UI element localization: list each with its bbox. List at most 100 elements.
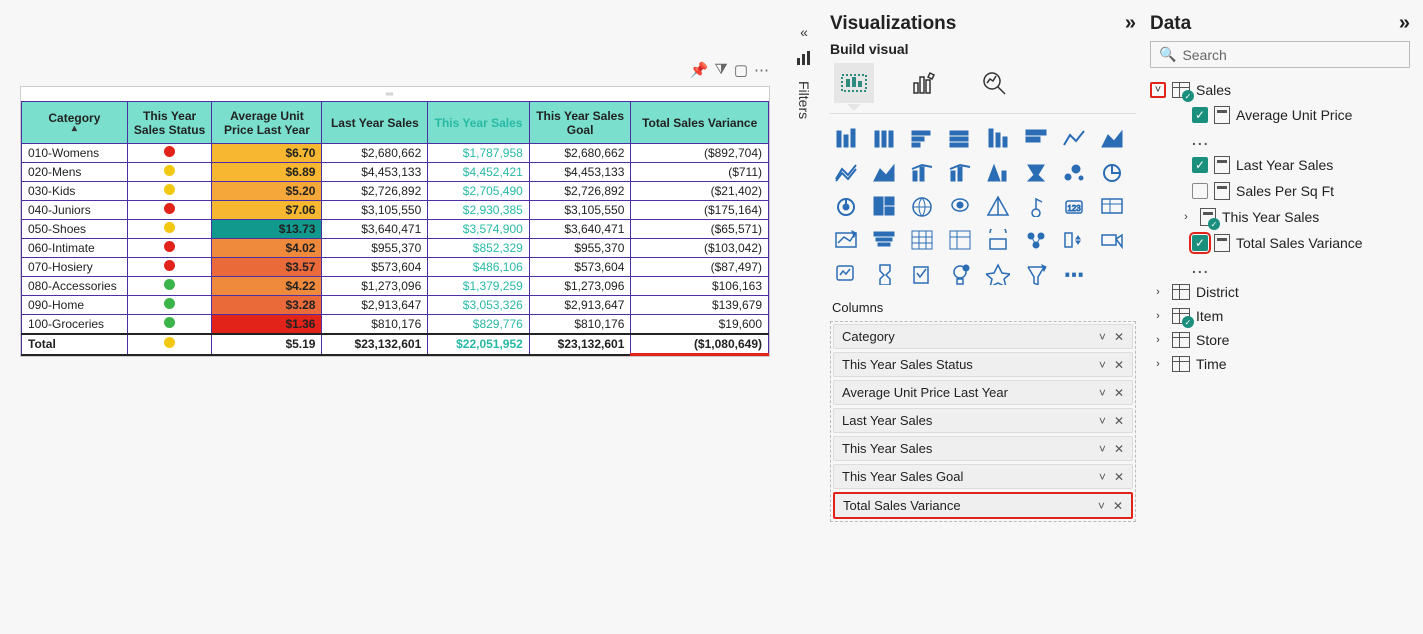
viz-type-area[interactable]: [1096, 124, 1128, 152]
col-header-ty[interactable]: This Year Sales: [428, 102, 530, 144]
chevron-down-icon[interactable]: ˅: [1150, 82, 1166, 98]
tree-table-store[interactable]: › Store: [1150, 328, 1410, 352]
chevron-right-icon[interactable]: ›: [1150, 332, 1166, 348]
columns-field-well[interactable]: Category˅✕This Year Sales Status˅✕Averag…: [830, 321, 1136, 522]
viz-type-100-bar[interactable]: [982, 124, 1014, 152]
tree-table-district[interactable]: › District: [1150, 280, 1410, 304]
viz-type-line[interactable]: [1058, 124, 1090, 152]
viz-type-decomp-tree[interactable]: [1020, 226, 1052, 254]
field-pill[interactable]: This Year Sales˅✕: [833, 436, 1133, 461]
tree-field-last-year-sales[interactable]: ✓ Last Year Sales: [1192, 152, 1410, 178]
viz-type-kpi[interactable]: [830, 226, 862, 254]
field-pill[interactable]: This Year Sales Status˅✕: [833, 352, 1133, 377]
viz-type-table[interactable]: [906, 226, 938, 254]
viz-type-combo2[interactable]: [944, 158, 976, 186]
tree-field-avg-unit-price[interactable]: ✓ Average Unit Price: [1192, 102, 1410, 128]
checkbox-checked[interactable]: ✓: [1192, 157, 1208, 173]
viz-type-power-apps[interactable]: [906, 260, 938, 288]
col-header-var[interactable]: Total Sales Variance: [631, 102, 769, 144]
chevron-down-icon[interactable]: ˅: [1098, 499, 1105, 513]
more-icon[interactable]: ⋯: [754, 61, 769, 79]
tree-table-time[interactable]: › Time: [1150, 352, 1410, 376]
analytics-tab[interactable]: [974, 63, 1014, 103]
checkbox-checked[interactable]: ✓: [1192, 107, 1208, 123]
viz-type-smart-narrative[interactable]: [830, 260, 862, 288]
table-row[interactable]: 070-Hosiery$3.57$573,604$486,106$573,604…: [22, 258, 769, 277]
chevron-right-icon[interactable]: ›: [1150, 284, 1166, 300]
build-visual-tab[interactable]: [834, 63, 874, 103]
viz-type-card[interactable]: 123: [1058, 192, 1090, 220]
tree-table-item[interactable]: › ✓ Item: [1150, 304, 1410, 328]
remove-icon[interactable]: ✕: [1114, 414, 1124, 428]
col-header-status[interactable]: This Year Sales Status: [127, 102, 212, 144]
field-pill[interactable]: This Year Sales Goal˅✕: [833, 464, 1133, 489]
field-pill[interactable]: Last Year Sales˅✕: [833, 408, 1133, 433]
filters-pane-collapsed[interactable]: « Filters: [792, 24, 816, 119]
checkbox-checked[interactable]: ✓: [1192, 235, 1208, 251]
viz-type-r-visual[interactable]: [982, 226, 1014, 254]
viz-type-multi-row-card[interactable]: [1096, 192, 1128, 220]
chevron-down-icon[interactable]: ˅: [1099, 442, 1106, 456]
viz-type-key-influencers[interactable]: [1058, 226, 1090, 254]
viz-type-ribbon[interactable]: [982, 158, 1014, 186]
viz-type-paginated[interactable]: [868, 260, 900, 288]
format-visual-tab[interactable]: [904, 63, 944, 103]
viz-type-filled-map[interactable]: [944, 192, 976, 220]
table-row[interactable]: 060-Intimate$4.02$955,370$852,329$955,37…: [22, 239, 769, 258]
viz-type-stacked-hbar[interactable]: [906, 124, 938, 152]
tree-table-sales[interactable]: ˅ ✓ Sales: [1150, 78, 1410, 102]
viz-type-stacked-bar[interactable]: [830, 124, 862, 152]
viz-type-gauge[interactable]: [1020, 192, 1052, 220]
table-row[interactable]: 090-Home$3.28$2,913,647$3,053,326$2,913,…: [22, 296, 769, 315]
viz-type-matrix[interactable]: [944, 226, 976, 254]
viz-type-multi-line[interactable]: [830, 158, 862, 186]
table-row[interactable]: 100-Groceries$1.36$810,176$829,776$810,1…: [22, 315, 769, 335]
viz-type-scatter[interactable]: [1058, 158, 1090, 186]
field-pill[interactable]: Average Unit Price Last Year˅✕: [833, 380, 1133, 405]
table-row[interactable]: 040-Juniors$7.06$3,105,550$2,930,385$3,1…: [22, 201, 769, 220]
checkbox-unchecked[interactable]: [1192, 183, 1208, 199]
viz-type-100-hbar[interactable]: [1020, 124, 1052, 152]
table-row[interactable]: 050-Shoes$13.73$3,640,471$3,574,900$3,64…: [22, 220, 769, 239]
chevron-down-icon[interactable]: ˅: [1099, 470, 1106, 484]
chevron-right-icon[interactable]: ›: [1178, 209, 1194, 225]
collapse-data-icon[interactable]: »: [1399, 12, 1410, 35]
tree-field-sales-per-sqft[interactable]: Sales Per Sq Ft: [1192, 178, 1410, 204]
viz-type-py-script[interactable]: [1020, 260, 1052, 288]
viz-type-clustered-hbar[interactable]: [944, 124, 976, 152]
viz-type-more[interactable]: ⋯: [1058, 260, 1090, 288]
drag-handle-icon[interactable]: ═: [386, 89, 404, 95]
viz-type-funnel[interactable]: [982, 192, 1014, 220]
tree-field-this-year-sales[interactable]: › ✓ This Year Sales: [1178, 204, 1410, 230]
col-header-aup[interactable]: Average Unit Price Last Year: [212, 102, 322, 144]
remove-icon[interactable]: ✕: [1114, 442, 1124, 456]
viz-type-combo[interactable]: [906, 158, 938, 186]
viz-type-slicer[interactable]: [868, 226, 900, 254]
chevron-right-icon[interactable]: ›: [1150, 308, 1166, 324]
viz-type-clustered-bar[interactable]: [868, 124, 900, 152]
remove-icon[interactable]: ✕: [1114, 330, 1124, 344]
focus-icon[interactable]: ▢: [734, 61, 748, 79]
chevron-right-icon[interactable]: ›: [1150, 356, 1166, 372]
pin-icon[interactable]: 📌: [690, 61, 709, 79]
chevron-down-icon[interactable]: ˅: [1099, 414, 1106, 428]
viz-type-waterfall[interactable]: [1020, 158, 1052, 186]
filter-icon[interactable]: ⧩: [714, 61, 727, 79]
tree-ellipsis[interactable]: ...: [1192, 128, 1410, 152]
col-header-goal[interactable]: This Year Sales Goal: [529, 102, 631, 144]
col-header-ly[interactable]: Last Year Sales: [322, 102, 428, 144]
table-row[interactable]: 010-Womens$6.70$2,680,662$1,787,958$2,68…: [22, 144, 769, 163]
table-visual[interactable]: ═ 📌 ⧩ ▢ ⋯ Category This Year Sales Statu…: [20, 86, 770, 357]
viz-type-stacked-area[interactable]: [868, 158, 900, 186]
expand-filters-icon[interactable]: «: [800, 24, 808, 40]
viz-type-donut[interactable]: [830, 192, 862, 220]
viz-type-power-automate[interactable]: [944, 260, 976, 288]
remove-icon[interactable]: ✕: [1114, 386, 1124, 400]
tree-field-total-sales-variance[interactable]: ✓ Total Sales Variance: [1192, 230, 1410, 256]
table-row[interactable]: 030-Kids$5.20$2,726,892$2,705,490$2,726,…: [22, 182, 769, 201]
remove-icon[interactable]: ✕: [1113, 499, 1123, 513]
viz-type-qna[interactable]: [1096, 226, 1128, 254]
viz-type-treemap[interactable]: [868, 192, 900, 220]
tree-ellipsis[interactable]: ...: [1192, 256, 1410, 280]
remove-icon[interactable]: ✕: [1114, 470, 1124, 484]
